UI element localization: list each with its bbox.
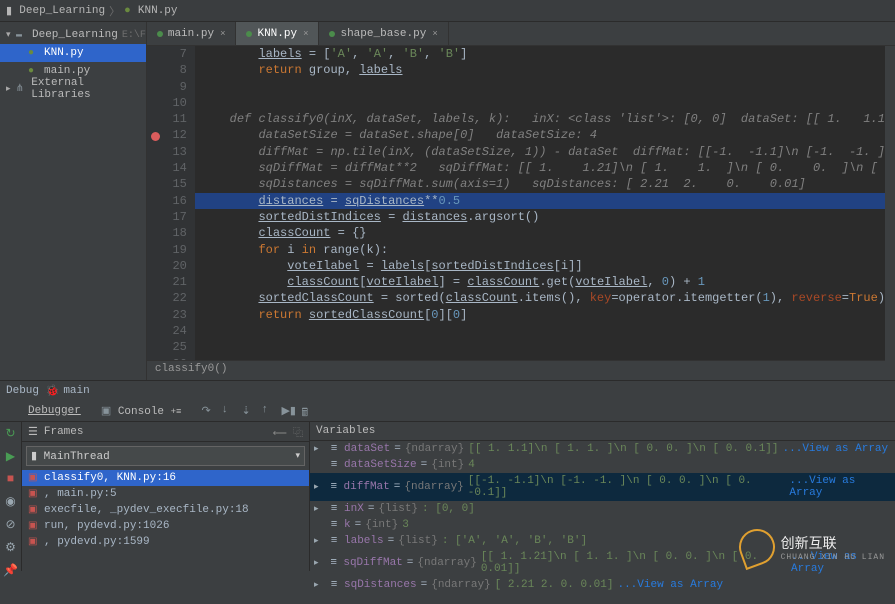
step-into-icon[interactable]: ↓ xyxy=(221,404,235,418)
debug-side-toolbar: ↻ ▶ ■ ◉ ⊘ ⚙ 📌 xyxy=(0,422,22,571)
tab-console[interactable]: ▣ Console +≡ xyxy=(95,402,188,420)
debugger-tabstrip: Debugger ▣ Console +≡ ↷ ↓ ⇣ ↑ ▶▮ 🖩 xyxy=(0,400,895,422)
project-name[interactable]: Deep_Learning xyxy=(19,5,105,17)
step-controls: ↷ ↓ ⇣ ↑ ▶▮ 🖩 xyxy=(201,404,315,418)
logo-icon xyxy=(734,524,780,570)
frames-title: ☰Frames⟵ ⿻ xyxy=(22,422,309,442)
watermark-logo: 创新互联 CHUANG XIN HU LIAN xyxy=(739,529,885,565)
logo-text: 创新互联 xyxy=(781,533,885,553)
file-knn[interactable]: ●KNN.py xyxy=(0,44,146,62)
project-tree[interactable]: ▾▬ Deep_Learning E:\F ●KNN.py ●main.py ▸… xyxy=(0,22,147,380)
file-label: KNN.py xyxy=(44,47,84,59)
variable-row[interactable]: ▸≡ dataSet = {ndarray} [[ 1. 1.1]\n [ 1.… xyxy=(310,441,895,457)
stack-frame[interactable]: ▣execfile, _pydev_execfile.py:18 xyxy=(22,502,309,518)
restore-icon[interactable]: ⟵ ⿻ xyxy=(273,424,303,440)
code-breadcrumb[interactable]: classify0() xyxy=(147,360,895,380)
bug-icon: 🐞 xyxy=(46,384,60,398)
ext-label: External Libraries xyxy=(31,77,146,101)
logo-subtext: CHUANG XIN HU LIAN xyxy=(781,553,885,562)
run-to-cursor-icon[interactable]: ▶▮ xyxy=(281,404,295,418)
run-config-name: main xyxy=(63,385,89,397)
stop-icon[interactable]: ■ xyxy=(7,472,14,486)
step-over-icon[interactable]: ↷ xyxy=(201,404,215,418)
tab-shape-base[interactable]: shape_base.py× xyxy=(319,22,448,45)
step-into-my-icon[interactable]: ⇣ xyxy=(241,404,255,418)
tab-knn[interactable]: KNN.py× xyxy=(236,22,319,45)
stack-frame[interactable]: ▣run, pydevd.py:1026 xyxy=(22,518,309,534)
evaluate-icon[interactable]: 🖩 xyxy=(301,404,315,418)
view-as-array-link[interactable]: ...View as Array xyxy=(789,475,891,499)
tab-debugger[interactable]: Debugger xyxy=(22,403,87,419)
tab-main[interactable]: main.py× xyxy=(147,22,237,45)
file-label: main.py xyxy=(44,65,90,77)
line-gutter[interactable]: 7891011121314151617181920212223242526 xyxy=(147,46,195,360)
close-icon[interactable]: × xyxy=(303,29,308,39)
stack-frame[interactable]: ▣classify0, KNN.py:16 xyxy=(22,470,309,486)
stack-frame[interactable]: ▣, main.py:5 xyxy=(22,486,309,502)
variable-row[interactable]: ▸≡ sqDistances = {ndarray} [ 2.21 2. 0. … xyxy=(310,577,895,593)
close-icon[interactable]: × xyxy=(220,29,225,39)
python-icon: ● xyxy=(124,5,131,17)
variable-row[interactable]: ▸≡ inX = {list} : [0, 0] xyxy=(310,501,895,517)
view-as-array-link[interactable]: ...View as Array xyxy=(617,579,723,591)
folder-icon: ▮ xyxy=(6,4,12,18)
editor-pane: main.py× KNN.py× shape_base.py× 78910111… xyxy=(147,22,895,380)
current-file[interactable]: KNN.py xyxy=(138,5,178,17)
resume-icon[interactable]: ▶ xyxy=(6,449,15,464)
code-area[interactable]: labels = ['A', 'A', 'B', 'B'] return gro… xyxy=(195,46,895,360)
rerun-icon[interactable]: ↻ xyxy=(5,426,15,441)
thread-selector[interactable]: ▮ MainThread▾ xyxy=(26,446,305,466)
variable-row[interactable]: ≡ dataSetSize = {int} 4 xyxy=(310,457,895,473)
close-icon[interactable]: × xyxy=(432,29,437,39)
breadcrumb-bar: ▮ Deep_Learning 〉 ● KNN.py xyxy=(0,0,895,22)
minimap-scrollbar[interactable] xyxy=(885,46,895,378)
view-breakpoints-icon[interactable]: ◉ xyxy=(5,494,15,509)
project-root[interactable]: ▾▬ Deep_Learning E:\F xyxy=(0,26,146,44)
root-path: E:\F xyxy=(122,30,146,41)
view-as-array-link[interactable]: ...View as Array xyxy=(783,443,889,455)
mute-breakpoints-icon[interactable]: ⊘ xyxy=(5,517,15,532)
step-out-icon[interactable]: ↑ xyxy=(261,404,275,418)
external-libraries[interactable]: ▸⋔ External Libraries xyxy=(0,80,146,98)
settings-icon[interactable]: ⚙ xyxy=(5,540,16,555)
editor-tabs: main.py× KNN.py× shape_base.py× xyxy=(147,22,895,46)
debug-title: Debug xyxy=(6,385,39,397)
variables-title: Variables xyxy=(310,422,895,441)
debug-tool-window-header[interactable]: Debug 🐞 main xyxy=(0,380,895,400)
variable-row[interactable]: ▸≡ diffMat = {ndarray} [[-1. -1.1]\n [-1… xyxy=(310,473,895,501)
root-label: Deep_Learning xyxy=(32,29,118,41)
frames-pane: ☰Frames⟵ ⿻ ▮ MainThread▾ ▣classify0, KNN… xyxy=(22,422,310,571)
stack-frame[interactable]: ▣, pydevd.py:1599 xyxy=(22,534,309,550)
